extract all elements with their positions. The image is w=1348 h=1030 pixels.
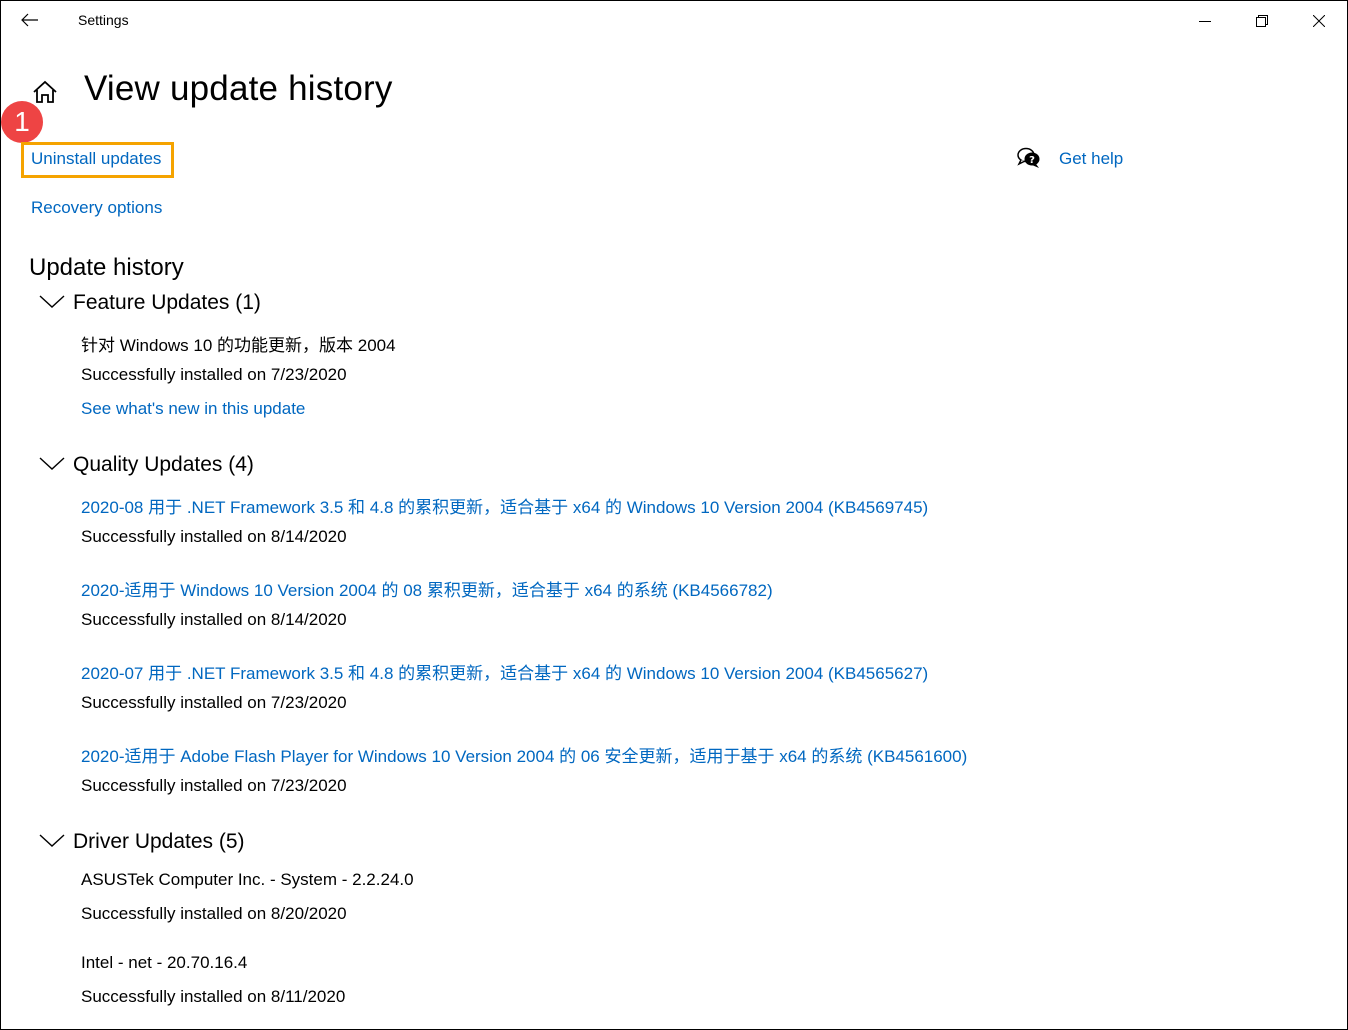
group-label: Feature Updates (1) — [73, 291, 261, 314]
update-link[interactable]: 2020-适用于 Windows 10 Version 2004 的 08 累积… — [81, 576, 773, 601]
settings-window: Settings View update history 1 Uninstall — [0, 0, 1348, 1030]
close-icon — [1313, 15, 1325, 27]
update-status: Successfully installed on 8/11/2020 — [81, 987, 346, 1006]
home-button[interactable] — [32, 80, 58, 104]
restore-button[interactable] — [1239, 1, 1285, 41]
home-icon — [33, 80, 57, 103]
update-status: Successfully installed on 8/14/2020 — [81, 527, 347, 546]
close-button[interactable] — [1296, 1, 1342, 41]
update-name: 针对 Windows 10 的功能更新，版本 2004 — [81, 336, 396, 355]
back-button[interactable] — [15, 7, 47, 35]
update-name: Intel - net - 20.70.16.4 — [81, 953, 248, 972]
update-name: ASUSTek Computer Inc. - System - 2.2.24.… — [81, 870, 414, 889]
driver-updates-toggle[interactable]: Driver Updates (5) — [39, 830, 245, 854]
uninstall-updates-link[interactable]: Uninstall updates — [31, 149, 161, 169]
svg-text:?: ? — [1029, 155, 1035, 166]
update-status: Successfully installed on 7/23/2020 — [81, 693, 347, 712]
chevron-down-icon — [39, 834, 65, 848]
minimize-button[interactable] — [1182, 1, 1228, 41]
update-link[interactable]: 2020-适用于 Adobe Flash Player for Windows … — [81, 742, 967, 767]
group-label: Driver Updates (5) — [73, 830, 245, 853]
group-label: Quality Updates (4) — [73, 453, 254, 476]
minimize-icon — [1199, 21, 1211, 22]
chevron-down-icon — [39, 457, 65, 471]
feature-updates-toggle[interactable]: Feature Updates (1) — [39, 291, 261, 315]
title-bar: Settings — [1, 1, 1347, 41]
update-status: Successfully installed on 8/14/2020 — [81, 610, 347, 629]
annotation-badge: 1 — [1, 101, 43, 143]
whats-new-link[interactable]: See what's new in this update — [81, 399, 305, 419]
update-link[interactable]: 2020-07 用于 .NET Framework 3.5 和 4.8 的累积更… — [81, 659, 928, 684]
get-help-icon[interactable]: ? — [1017, 147, 1041, 169]
update-link[interactable]: 2020-08 用于 .NET Framework 3.5 和 4.8 的累积更… — [81, 493, 928, 518]
back-arrow-icon — [21, 13, 38, 27]
update-status: Successfully installed on 7/23/2020 — [81, 776, 347, 795]
recovery-options-link[interactable]: Recovery options — [31, 198, 162, 218]
page-title: View update history — [84, 69, 393, 108]
update-history-heading: Update history — [29, 254, 184, 281]
quality-updates-toggle[interactable]: Quality Updates (4) — [39, 453, 254, 477]
restore-icon — [1256, 15, 1268, 27]
app-title: Settings — [78, 12, 129, 28]
chevron-down-icon — [39, 295, 65, 309]
update-status: Successfully installed on 7/23/2020 — [81, 365, 347, 384]
update-status: Successfully installed on 8/20/2020 — [81, 904, 347, 923]
get-help-link[interactable]: Get help — [1059, 149, 1123, 169]
